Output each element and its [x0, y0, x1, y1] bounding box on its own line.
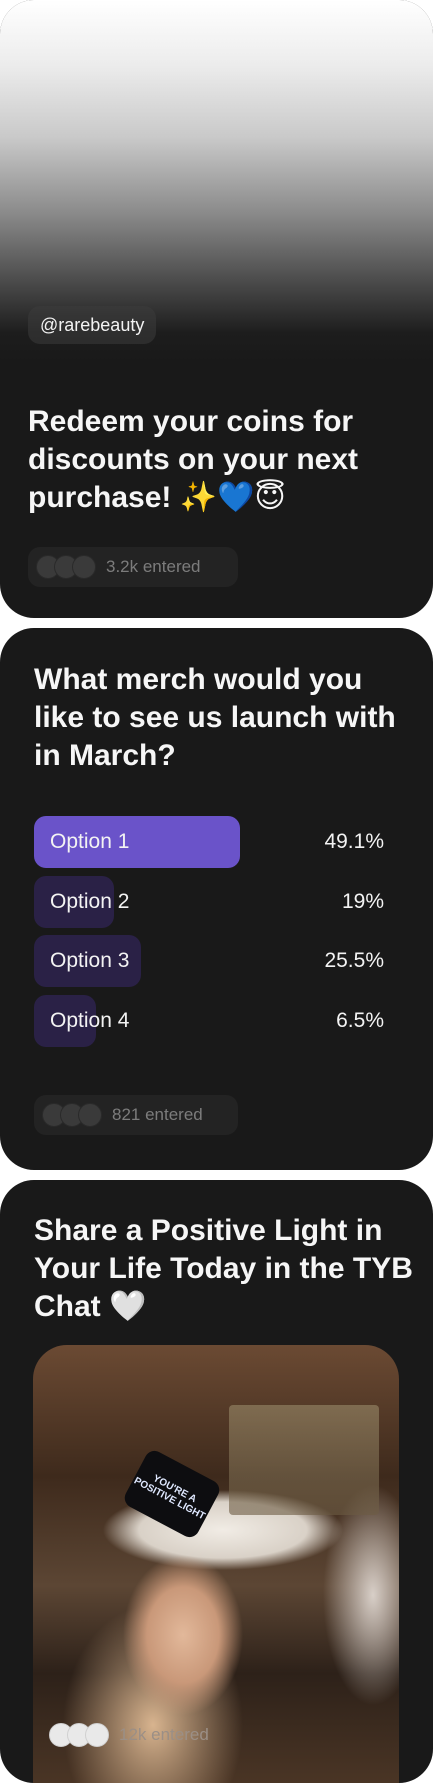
entered-count: 12k entered	[41, 1715, 241, 1755]
card-poll: What merch would you like to see us laun…	[0, 628, 433, 1170]
avatar-stack	[36, 555, 96, 579]
poll-option-1[interactable]: Option 1 49.1%	[34, 816, 384, 868]
brand-handle[interactable]: @rarebeauty	[28, 306, 157, 344]
poll-option-4[interactable]: Option 4 6.5%	[34, 995, 384, 1047]
poll-question: What merch would you like to see us laun…	[34, 663, 396, 772]
phone-in-photo: YOU'RE A POSITIVE LIGHT	[121, 1447, 223, 1541]
card-title: Redeem your coins for discounts on your …	[28, 405, 359, 514]
avatar	[85, 1723, 109, 1747]
avatar	[78, 1103, 102, 1127]
poll-option-label: Option 1	[50, 830, 130, 853]
poll-option-2[interactable]: Option 2 19%	[34, 876, 384, 928]
entered-count: 821 entered	[34, 1095, 238, 1135]
poll-option-percent: 6.5%	[336, 1009, 384, 1032]
poll-option-label: Option 3	[50, 949, 130, 972]
phone-screen-text: YOU'RE A POSITIVE LIGHT	[132, 1473, 207, 1523]
entered-label: 3.2k entered	[106, 557, 201, 576]
poll-option-percent: 49.1%	[324, 830, 384, 853]
poll-option-label: Option 4	[50, 1009, 130, 1032]
photo-shelf	[229, 1405, 379, 1515]
post-photo[interactable]: YOU'RE A POSITIVE LIGHT 12k entered	[33, 1345, 399, 1783]
poll-option-3[interactable]: Option 3 25.5%	[34, 935, 384, 987]
entered-label: 821 entered	[112, 1105, 203, 1124]
card-redeem-coins[interactable]: @rarebeauty Redeem your coins for discou…	[0, 0, 433, 618]
avatar	[72, 555, 96, 579]
entered-count: 3.2k entered	[28, 547, 238, 587]
poll-option-label: Option 2	[50, 890, 130, 913]
poll-option-percent: 19%	[341, 890, 384, 913]
avatar-stack	[49, 1723, 109, 1747]
entered-label: 12k entered	[119, 1725, 209, 1744]
avatar-stack	[42, 1103, 102, 1127]
card-positive-light[interactable]: Share a Positive Light in Your Life Toda…	[0, 1180, 433, 1783]
card-title: Share a Positive Light in Your Life Toda…	[34, 1214, 413, 1323]
poll-option-percent: 25.5%	[324, 949, 384, 972]
